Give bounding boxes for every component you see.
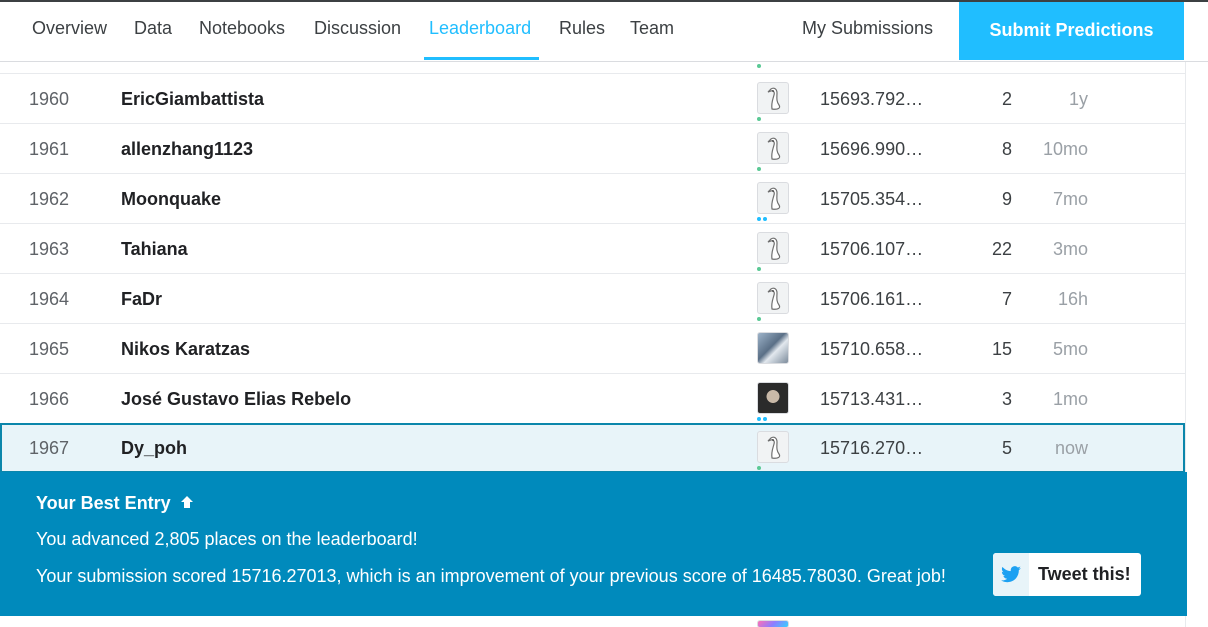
- tier-indicator: [757, 317, 761, 321]
- entries-count: 15: [991, 339, 1012, 359]
- rank: 1964: [29, 289, 70, 309]
- table-row[interactable]: 1961 allenzhang1123 15696.990… 8 10mo: [0, 124, 1185, 174]
- table-row[interactable]: 1963 Tahiana 15706.107… 22 3mo: [0, 224, 1185, 274]
- score: 15705.354…: [820, 189, 924, 209]
- score: 15693.792…: [820, 89, 924, 109]
- tier-indicator: [757, 267, 761, 271]
- default-goose-icon[interactable]: [757, 182, 789, 214]
- team-name[interactable]: EricGiambattista: [121, 89, 264, 110]
- tweet-button[interactable]: Tweet this!: [993, 553, 1141, 596]
- tweet-button-label: Tweet this!: [1038, 564, 1131, 584]
- entries-count: 5: [1001, 438, 1012, 458]
- user-avatar[interactable]: [757, 332, 789, 364]
- default-goose-icon[interactable]: [757, 282, 789, 314]
- rank: 1962: [29, 189, 70, 209]
- score: 15710.658…: [820, 339, 924, 359]
- team-name[interactable]: José Gustavo Elias Rebelo: [121, 389, 351, 410]
- table-row[interactable]: 1965 Nikos Karatzas 15710.658… 15 5mo: [0, 324, 1185, 374]
- last-submission: 5mo: [1052, 339, 1088, 359]
- advanced-places-text: You advanced 2,805 places on the leaderb…: [36, 529, 418, 549]
- twitter-bird-icon: [993, 553, 1029, 596]
- team-name[interactable]: Tahiana: [121, 239, 188, 260]
- arrow-up-icon: [180, 495, 194, 514]
- table-row[interactable]: 1966 José Gustavo Elias Rebelo 15713.431…: [0, 374, 1185, 424]
- team-name[interactable]: Dy_poh: [121, 438, 187, 459]
- competition-nav: Overview Data Notebooks Discussion Leade…: [0, 0, 1208, 62]
- best-entry-title-text: Your Best Entry: [36, 493, 171, 513]
- entries-count: 9: [1001, 189, 1012, 209]
- score: 15696.990…: [820, 139, 924, 159]
- rank: 1963: [29, 239, 70, 259]
- tab-notebooks[interactable]: Notebooks: [199, 18, 285, 39]
- team-name[interactable]: FaDr: [121, 289, 162, 310]
- last-submission: now: [1054, 438, 1088, 458]
- team-name[interactable]: allenzhang1123: [121, 139, 253, 160]
- default-goose-icon[interactable]: [757, 232, 789, 264]
- rank: 1960: [29, 89, 70, 109]
- active-tab-indicator: [424, 57, 539, 60]
- entries-count: 7: [1001, 289, 1012, 309]
- tier-indicator: [757, 117, 761, 121]
- team-name[interactable]: Nikos Karatzas: [121, 339, 250, 360]
- score: 15706.107…: [820, 239, 924, 259]
- user-avatar: [757, 620, 789, 627]
- submit-predictions-button[interactable]: Submit Predictions: [959, 2, 1184, 60]
- tab-leaderboard[interactable]: Leaderboard: [429, 18, 531, 39]
- tab-discussion[interactable]: Discussion: [314, 18, 401, 39]
- default-goose-icon[interactable]: [757, 431, 789, 463]
- rank: 1967: [29, 438, 70, 458]
- table-row-partial: [0, 62, 1185, 74]
- score: 15716.270…: [820, 438, 924, 458]
- entries-count: 8: [1001, 139, 1012, 159]
- last-submission: 3mo: [1052, 239, 1088, 259]
- table-row[interactable]: 1964 FaDr 15706.161… 7 16h: [0, 274, 1185, 324]
- last-submission: 10mo: [1042, 139, 1088, 159]
- tier-indicator: [757, 167, 761, 171]
- tab-rules[interactable]: Rules: [559, 18, 605, 39]
- tab-overview[interactable]: Overview: [32, 18, 107, 39]
- team-name[interactable]: Moonquake: [121, 189, 221, 210]
- score-improvement-text: Your submission scored 15716.27013, whic…: [36, 566, 946, 586]
- tab-team[interactable]: Team: [630, 18, 674, 39]
- best-entry-banner: Your Best Entry You advanced 2,805 place…: [0, 472, 1187, 616]
- last-submission: 16h: [1057, 289, 1088, 309]
- tab-data[interactable]: Data: [134, 18, 172, 39]
- rank: 1965: [29, 339, 70, 359]
- scrollbar[interactable]: [1185, 62, 1208, 627]
- tier-indicator: [757, 417, 767, 421]
- last-submission: 7mo: [1052, 189, 1088, 209]
- table-row-partial: [0, 617, 1185, 627]
- rank: 1966: [29, 389, 70, 409]
- table-row[interactable]: 1960 EricGiambattista 15693.792… 2 1y: [0, 74, 1185, 124]
- table-row[interactable]: 1962 Moonquake 15705.354… 9 7mo: [0, 174, 1185, 224]
- my-submissions-link[interactable]: My Submissions: [802, 18, 933, 39]
- entries-count: 3: [1001, 389, 1012, 409]
- last-submission: 1mo: [1052, 389, 1088, 409]
- table-row-current-user[interactable]: 1967 Dy_poh 15716.270… 5 now: [0, 423, 1185, 473]
- tier-indicator: [757, 217, 767, 221]
- score: 15706.161…: [820, 289, 924, 309]
- best-entry-title: Your Best Entry: [36, 493, 194, 514]
- default-goose-icon[interactable]: [757, 132, 789, 164]
- last-submission: 1y: [1068, 89, 1088, 109]
- tier-indicator: [757, 64, 761, 68]
- default-goose-icon[interactable]: [757, 82, 789, 114]
- entries-count: 2: [1001, 89, 1012, 109]
- rank: 1961: [29, 139, 70, 159]
- entries-count: 22: [991, 239, 1012, 259]
- tier-indicator: [757, 466, 761, 470]
- user-avatar[interactable]: [757, 382, 789, 414]
- score: 15713.431…: [820, 389, 924, 409]
